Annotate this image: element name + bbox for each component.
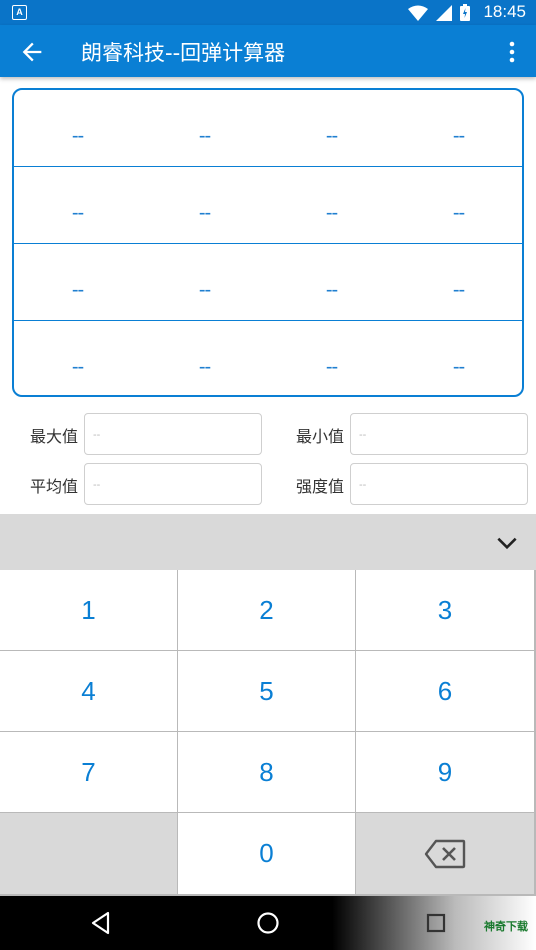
circle-home-icon[interactable] bbox=[255, 910, 281, 936]
backspace-icon bbox=[424, 839, 466, 868]
chevron-down-icon[interactable] bbox=[494, 530, 520, 556]
grid-cell[interactable]: -- bbox=[395, 167, 522, 243]
grid-cell[interactable]: -- bbox=[141, 244, 268, 320]
avg-field[interactable]: -- bbox=[84, 463, 262, 505]
triangle-back-icon[interactable] bbox=[88, 910, 114, 936]
max-label: 最大值 bbox=[30, 427, 79, 446]
numeric-keypad: 1 2 3 4 5 6 7 8 9 0 bbox=[0, 570, 536, 896]
grid-cell[interactable]: -- bbox=[14, 321, 141, 395]
grid-cell[interactable]: -- bbox=[268, 321, 395, 395]
max-field[interactable]: -- bbox=[84, 413, 262, 455]
grid-cell[interactable]: -- bbox=[395, 244, 522, 320]
key-0[interactable]: 0 bbox=[178, 813, 355, 894]
grid-cell[interactable]: -- bbox=[268, 244, 395, 320]
backspace-key[interactable] bbox=[356, 813, 534, 894]
grid-cell[interactable]: -- bbox=[395, 321, 522, 395]
key-5[interactable]: 5 bbox=[178, 651, 355, 731]
grid-row: -- -- -- -- bbox=[14, 90, 522, 167]
square-recents-icon[interactable] bbox=[423, 910, 449, 936]
avg-label: 平均值 bbox=[30, 477, 79, 496]
status-icons bbox=[408, 4, 470, 21]
grid-cell[interactable]: -- bbox=[14, 244, 141, 320]
battery-icon bbox=[460, 4, 470, 21]
more-vert-icon[interactable] bbox=[502, 39, 522, 65]
strength-label: 强度值 bbox=[296, 477, 345, 496]
grid-row: -- -- -- -- bbox=[14, 167, 522, 244]
key-6[interactable]: 6 bbox=[356, 651, 534, 731]
min-field[interactable]: -- bbox=[350, 413, 528, 455]
grid-cell[interactable]: -- bbox=[141, 90, 268, 166]
clock: 18:45 bbox=[483, 2, 526, 21]
grid-cell[interactable]: -- bbox=[141, 321, 268, 395]
key-8[interactable]: 8 bbox=[178, 732, 355, 812]
grid-cell[interactable]: -- bbox=[268, 90, 395, 166]
grid-row: -- -- -- -- bbox=[14, 244, 522, 321]
strength-field[interactable]: -- bbox=[350, 463, 528, 505]
watermark-logo: 神奇下载 bbox=[484, 920, 528, 933]
app-notification-icon: A bbox=[12, 5, 27, 20]
grid-row: -- -- -- -- bbox=[14, 321, 522, 395]
grid-cell[interactable]: -- bbox=[268, 167, 395, 243]
page-title: 朗睿科技--回弹计算器 bbox=[81, 41, 286, 65]
key-4[interactable]: 4 bbox=[0, 651, 177, 731]
grid-cell[interactable]: -- bbox=[14, 90, 141, 166]
rebound-values-grid: -- -- -- -- -- -- -- -- -- -- -- -- -- -… bbox=[12, 88, 524, 397]
key-1[interactable]: 1 bbox=[0, 570, 177, 650]
min-label: 最小值 bbox=[296, 427, 345, 446]
keyboard-toolbar bbox=[0, 514, 536, 570]
key-3[interactable]: 3 bbox=[356, 570, 534, 650]
arrow-left-icon[interactable] bbox=[18, 38, 46, 66]
key-7[interactable]: 7 bbox=[0, 732, 177, 812]
wifi-icon bbox=[408, 5, 428, 21]
app-bar: 朗睿科技--回弹计算器 bbox=[0, 25, 536, 77]
grid-cell[interactable]: -- bbox=[395, 90, 522, 166]
key-blank bbox=[0, 813, 177, 894]
status-bar: A 18:45 bbox=[0, 0, 536, 25]
key-2[interactable]: 2 bbox=[178, 570, 355, 650]
grid-cell[interactable]: -- bbox=[14, 167, 141, 243]
system-nav-bar bbox=[0, 896, 536, 950]
grid-cell[interactable]: -- bbox=[141, 167, 268, 243]
key-9[interactable]: 9 bbox=[356, 732, 534, 812]
signal-icon bbox=[436, 4, 452, 21]
